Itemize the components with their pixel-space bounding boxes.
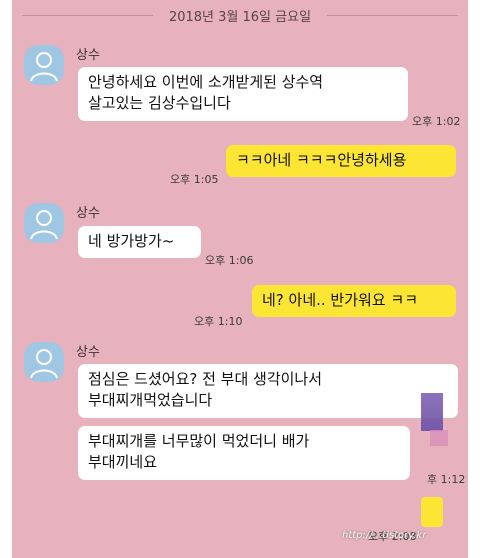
avatar-default-profile-icon[interactable] [24,342,64,382]
outgoing-message-partial[interactable] [421,497,443,527]
sender-name: 상수 [76,206,100,221]
outgoing-message[interactable]: ㅋㅋ아네 ㅋㅋㅋ안녕하세용 [226,145,456,177]
avatar-default-profile-icon[interactable] [24,45,64,85]
incoming-message[interactable]: 안녕하세요 이번에 소개받게된 상수역 살고있는 김상수입니다 [78,67,408,121]
default-profile-icon [30,52,58,82]
cropped-artifact [430,430,448,446]
incoming-message[interactable]: 점심은 드셨어요? 전 부대 생각이나서 부대찌개먹었습니다 [78,364,458,418]
avatar-default-profile-icon[interactable] [24,203,64,243]
divider-line [327,14,458,16]
default-profile-icon [30,210,58,240]
message-time: 오후 1:06 [205,254,254,267]
date-label: 2018년 3월 16일 금요일 [168,9,312,25]
message-time: 오후 1:02 [412,115,461,128]
cropped-artifact [421,393,443,431]
incoming-message[interactable]: 부대찌개를 너무많이 먹었더니 배가 부대끼네요 [78,426,410,480]
message-time: 후 1:12 [427,473,466,486]
message-time: 오후 1:10 [194,315,243,328]
sender-name: 상수 [76,345,100,360]
chat-screen: 2018년 3월 16일 금요일 상수 안녕하세요 이번에 소개받게된 상수역 … [12,0,468,558]
date-divider: 2018년 3월 16일 금요일 [12,4,468,26]
incoming-message[interactable]: 네 방가방가~ [78,226,201,258]
divider-line [22,14,153,16]
message-time: 오후 1:05 [170,173,219,186]
default-profile-icon [30,349,58,379]
outgoing-message[interactable]: 네? 아네.. 반가워요 ㅋㅋ [252,285,456,317]
sender-name: 상수 [76,48,100,63]
watermark: http://...tistory.kr [342,530,427,541]
